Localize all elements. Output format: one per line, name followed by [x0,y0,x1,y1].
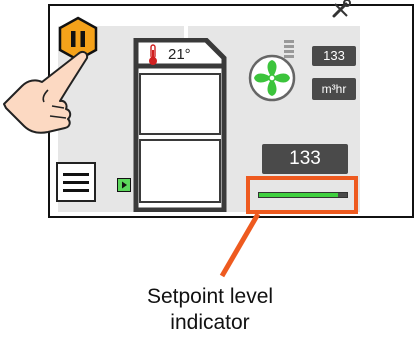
fan-icon [248,40,296,102]
hamburger-menu-icon [63,172,89,176]
setpoint-value[interactable]: 133 [262,144,348,174]
caption-line-1: Setpoint level [146,285,274,308]
pointing-hand-icon [3,50,89,134]
setpoint-level-indicator[interactable] [258,192,348,198]
boiler-icon [133,38,227,212]
play-icon [117,178,131,192]
airflow-value: 133 [312,46,356,66]
wrench-icon[interactable] [330,0,352,20]
setpoint-level-fill [259,193,339,197]
caption-line-2: indicator [170,311,250,334]
thermometer-icon [149,44,157,65]
menu-button[interactable] [56,162,96,202]
airflow-unit: m³hr [312,78,356,100]
pause-icon [71,31,76,47]
illustration: 21° 133 m³hr 133 Setpoint level indicato… [0,0,420,344]
callout-caption: Setpoint level indicator [110,284,310,336]
temperature-readout: 21° [168,46,191,63]
